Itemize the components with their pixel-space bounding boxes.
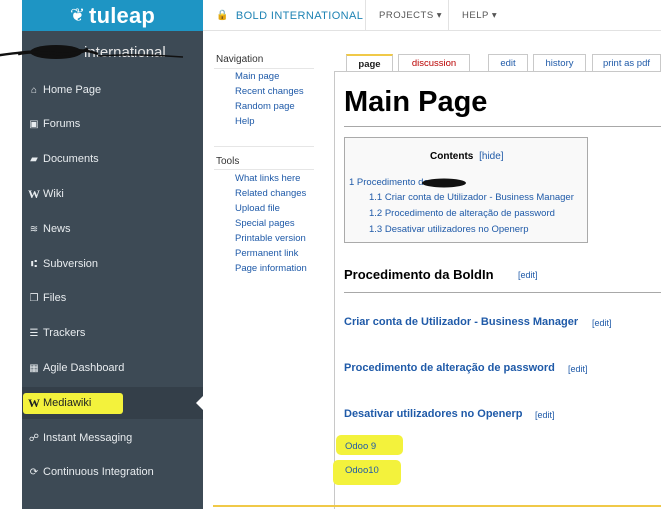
tuleap-logo[interactable]: ❦ tuleap	[22, 0, 203, 31]
nav-link-recent-changes[interactable]: Recent changes	[235, 86, 304, 97]
nav-link-help[interactable]: Help	[235, 116, 255, 127]
sidebar-item-subversion[interactable]: ⑆ Subversion	[22, 248, 203, 280]
sidebar-item-trackers[interactable]: ☰ Trackers	[22, 317, 203, 349]
tools-link-printable-version[interactable]: Printable version	[235, 233, 306, 244]
sidebar-item-label: Wiki	[43, 188, 64, 200]
odoo-9-link[interactable]: Odoo 9	[345, 441, 376, 452]
sidebar-item-agile-dashboard[interactable]: ▦ Agile Dashboard	[22, 352, 203, 384]
sidebar-item-label: Files	[43, 292, 67, 304]
rss-icon: ≋	[29, 223, 39, 235]
sidebar-item-home-page[interactable]: ⌂ Home Page	[22, 74, 203, 106]
sidebar-item-label: Trackers	[43, 327, 86, 339]
divider	[344, 292, 661, 293]
divider	[214, 169, 314, 170]
project-breadcrumb[interactable]: 🔒 BOLD INTERNATIONAL	[216, 0, 363, 31]
logo-text: tuleap	[89, 2, 156, 28]
tools-link-what-links-here[interactable]: What links here	[235, 173, 300, 184]
sidebar-item-forums[interactable]: ▣ Forums	[22, 108, 203, 140]
table-icon: ▦	[29, 362, 39, 374]
subsection-heading: Procedimento de alteração de password	[344, 362, 555, 374]
sidebar-item-mediawiki-overlay[interactable]: W Mediawiki	[22, 387, 203, 419]
active-indicator	[196, 396, 203, 410]
tools-link-related-changes[interactable]: Related changes	[235, 188, 306, 199]
redaction-scribble	[422, 178, 466, 188]
edit-section-link[interactable]: [edit]	[592, 318, 612, 328]
odoo10-link[interactable]: Odoo10	[345, 465, 379, 476]
tab-history[interactable]: history	[533, 54, 586, 71]
sidebar-item-label: Agile Dashboard	[43, 362, 125, 374]
sidebar-item-label: Mediawiki	[43, 397, 92, 409]
tab-discussion[interactable]: discussion	[398, 54, 470, 71]
lock-icon: 🔒	[216, 10, 229, 21]
sidebar-item-documents[interactable]: ▰ Documents	[22, 143, 203, 175]
tab-page[interactable]: page	[346, 54, 393, 71]
divider	[214, 68, 314, 69]
tuleap-leaf-icon: ❦	[69, 5, 86, 25]
toc-heading: Contents	[430, 151, 474, 162]
section-heading: Procedimento da BoldIn	[344, 267, 494, 282]
divider	[214, 146, 314, 147]
nav-link-main-page[interactable]: Main page	[235, 71, 279, 82]
sidebar-item-label: Continuous Integration	[43, 466, 154, 478]
tools-link-special-pages[interactable]: Special pages	[235, 218, 295, 229]
projects-menu-label: PROJECTS	[379, 10, 434, 21]
footer-accent	[213, 505, 661, 507]
mediawiki-icon: W	[28, 395, 40, 410]
top-navbar: 🔒 BOLD INTERNATIONAL PROJECTS ▾ HELP ▾	[203, 0, 661, 31]
sidebar-item-label: Home Page	[43, 84, 102, 96]
chat-icon: ☍	[28, 432, 40, 444]
sidebar-item-continuous-integration[interactable]: ⟳ Continuous Integration	[22, 456, 203, 488]
sidebar-item-news[interactable]: ≋ News	[22, 213, 203, 245]
subsection-heading: Desativar utilizadores no Openerp	[344, 408, 523, 420]
home-icon: ⌂	[30, 84, 38, 96]
sidebar-item-label: News	[43, 223, 71, 235]
help-menu[interactable]: HELP ▾	[462, 0, 497, 31]
toc-item-1-1[interactable]: 1.1 Criar conta de Utilizador - Business…	[369, 192, 574, 203]
files-icon: ❐	[29, 292, 39, 304]
toc-item-1-3[interactable]: 1.3 Desativar utilizadores no Openerp	[369, 224, 528, 235]
divider	[344, 126, 661, 127]
sidebar-item-label: Documents	[43, 153, 99, 165]
toc-item-1-2[interactable]: 1.2 Procedimento de alteração de passwor…	[369, 208, 555, 219]
sidebar-item-label: Forums	[43, 118, 81, 130]
help-menu-label: HELP	[462, 10, 489, 21]
sidebar-item-files[interactable]: ❐ Files	[22, 282, 203, 314]
edit-section-link[interactable]: [edit]	[568, 364, 588, 374]
sidebar-item-wiki[interactable]: W Wiki	[22, 178, 203, 210]
edit-section-link[interactable]: [edit]	[535, 410, 555, 420]
subversion-icon: ⑆	[31, 258, 37, 270]
chevron-down-icon: ▾	[491, 10, 498, 21]
edit-section-link[interactable]: [edit]	[518, 270, 538, 280]
navigation-heading: Navigation	[216, 54, 264, 65]
tools-link-permanent-link[interactable]: Permanent link	[235, 248, 298, 259]
sidebar-item-instant-messaging[interactable]: ☍ Instant Messaging	[22, 422, 203, 454]
toc-hide-link[interactable]: [hide]	[479, 151, 503, 162]
toc-title: Contents [hide]	[430, 151, 504, 162]
forums-icon: ▣	[29, 118, 39, 130]
projects-menu[interactable]: PROJECTS ▾	[379, 0, 442, 31]
tools-heading: Tools	[216, 156, 240, 167]
list-icon: ☰	[29, 327, 39, 339]
subsection-heading: Criar conta de Utilizador - Business Man…	[344, 316, 579, 328]
redaction-scribble	[0, 45, 184, 59]
refresh-icon: ⟳	[29, 466, 39, 478]
divider	[365, 0, 366, 31]
toc-item-1[interactable]: 1 Procedimento da	[349, 177, 429, 188]
sidebar-item-label: Instant Messaging	[43, 432, 133, 444]
nav-link-random-page[interactable]: Random page	[235, 101, 295, 112]
tab-print-as-pdf[interactable]: print as pdf	[592, 54, 661, 71]
divider	[448, 0, 449, 31]
tools-link-upload-file[interactable]: Upload file	[235, 203, 280, 214]
app-window: ❦ tuleap international ⌂ Home Page ▣ For…	[0, 0, 661, 509]
page-title: Main Page	[344, 86, 488, 118]
tools-link-page-information[interactable]: Page information	[235, 263, 307, 274]
tab-edit[interactable]: edit	[488, 54, 528, 71]
folder-icon: ▰	[30, 153, 38, 165]
sidebar-item-label: Subversion	[43, 258, 99, 270]
wiki-icon: W	[28, 186, 40, 201]
project-breadcrumb-label: BOLD INTERNATIONAL	[235, 9, 364, 22]
chevron-down-icon: ▾	[436, 10, 442, 21]
sidebar: ❦ tuleap international ⌂ Home Page ▣ For…	[22, 0, 203, 509]
